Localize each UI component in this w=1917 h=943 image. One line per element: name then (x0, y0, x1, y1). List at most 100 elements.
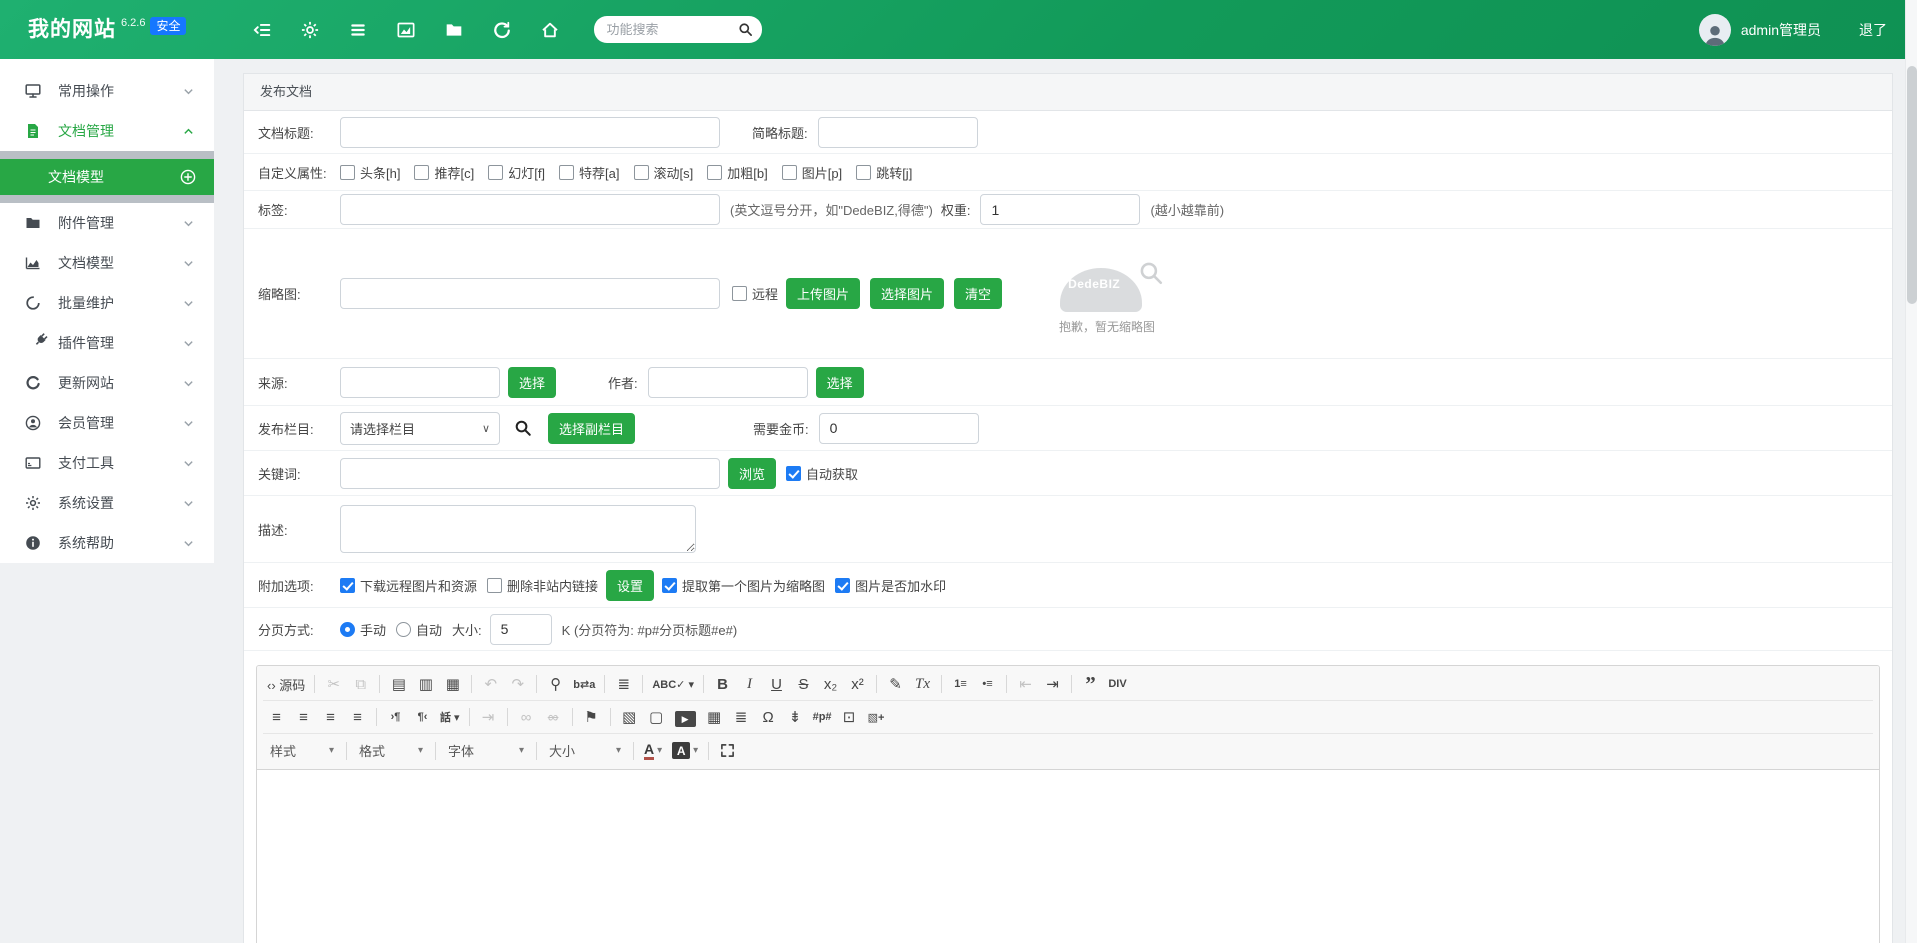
autofetch-checkbox[interactable]: 自动获取 (786, 464, 858, 483)
align-left-icon[interactable]: ≡ (263, 705, 290, 730)
settings-gear-icon[interactable] (300, 20, 320, 40)
attr-picture-checkbox[interactable]: 图片[p] (782, 163, 842, 182)
attr-scroll-checkbox[interactable]: 滚动[s] (634, 163, 694, 182)
download-remote-checkbox[interactable]: 下载远程图片和资源 (340, 576, 477, 595)
language-button[interactable]: 話 ▾ (436, 705, 464, 730)
sub-category-button[interactable]: 选择副栏目 (548, 413, 635, 444)
italic-icon[interactable]: I (736, 672, 763, 697)
redo-icon[interactable]: ↷ (504, 672, 531, 697)
div-container-icon[interactable]: DIV (1104, 672, 1131, 697)
sidebar-item-doc-model[interactable]: 文档模型 (0, 243, 214, 283)
page-break-icon[interactable]: ⇟ (782, 705, 809, 730)
text-color-button[interactable]: A▾ (639, 739, 667, 763)
dede-pagination-icon[interactable]: #p# (809, 705, 836, 730)
rtl-icon[interactable]: ¶‹ (409, 705, 436, 730)
undo-icon[interactable]: ↶ (477, 672, 504, 697)
indent-paragraph-icon[interactable]: ⇥ (475, 705, 502, 730)
keywords-input[interactable] (340, 458, 720, 489)
chart-icon[interactable] (396, 20, 416, 40)
avatar[interactable] (1699, 14, 1731, 46)
tags-input[interactable] (340, 194, 720, 225)
username-label[interactable]: admin管理员 (1741, 20, 1821, 40)
sidebar-item-members[interactable]: 会员管理 (0, 403, 214, 443)
settings-button[interactable]: 设置 (606, 570, 654, 601)
page-scrollbar[interactable] (1905, 0, 1917, 943)
subscript-icon[interactable]: x₂ (817, 672, 844, 697)
source-button[interactable]: ‹› 源码 (263, 672, 309, 697)
source-input[interactable] (340, 367, 500, 398)
image-add-icon[interactable]: ▧+ (863, 705, 890, 730)
logout-link[interactable]: 退了 (1859, 20, 1887, 40)
sidebar-item-update-site[interactable]: 更新网站 (0, 363, 214, 403)
image-watermark-checkbox[interactable]: 图片是否加水印 (835, 576, 946, 595)
document-title-input[interactable] (340, 117, 720, 148)
description-textarea[interactable] (340, 505, 696, 553)
paging-auto-radio[interactable]: 自动 (396, 620, 442, 639)
copy-format-icon[interactable]: ✎ (882, 672, 909, 697)
special-char-icon[interactable]: Ω (755, 705, 782, 730)
scrollbar-thumb[interactable] (1907, 66, 1917, 304)
author-select-button[interactable]: 选择 (816, 367, 864, 398)
attr-headline-checkbox[interactable]: 头条[h] (340, 163, 400, 182)
paste-icon[interactable]: ▤ (385, 672, 412, 697)
numbered-list-icon[interactable]: 1≡ (947, 672, 974, 697)
category-select[interactable]: 请选择栏目 ∨ (340, 412, 500, 445)
sidebar-item-common-ops[interactable]: 常用操作 (0, 71, 214, 111)
strikethrough-icon[interactable]: S (790, 672, 817, 697)
unlink-icon[interactable]: ∞ (540, 705, 567, 730)
bg-color-button[interactable]: A▾ (667, 739, 703, 763)
paste-text-icon[interactable]: ▥ (412, 672, 439, 697)
paging-size-input[interactable] (490, 614, 552, 645)
maximize-icon[interactable] (714, 738, 741, 763)
justify-icon[interactable]: ≡ (344, 705, 371, 730)
sidebar-item-batch-maintain[interactable]: 批量维护 (0, 283, 214, 323)
author-input[interactable] (648, 367, 808, 398)
brief-title-input[interactable] (818, 117, 978, 148)
format-select[interactable]: 格式▾ (352, 739, 430, 763)
style-select[interactable]: 样式▾ (263, 739, 341, 763)
upload-image-button[interactable]: 上传图片 (786, 278, 860, 309)
gold-input[interactable] (819, 413, 979, 444)
sidebar-item-system-settings[interactable]: 系统设置 (0, 483, 214, 523)
attr-jump-checkbox[interactable]: 跳转[j] (856, 163, 912, 182)
replace-icon[interactable]: b⇄a (569, 672, 599, 697)
font-size-select[interactable]: 大小▾ (542, 739, 628, 763)
search-input[interactable] (606, 22, 738, 37)
image-icon[interactable]: ▧ (616, 705, 643, 730)
underline-icon[interactable]: U (763, 672, 790, 697)
sidebar-item-doc-manage[interactable]: 文档管理 (0, 111, 214, 151)
plus-circle-icon[interactable] (180, 169, 196, 185)
anchor-icon[interactable]: ⚑ (578, 705, 605, 730)
attr-slide-checkbox[interactable]: 幻灯[f] (488, 163, 545, 182)
copy-icon[interactable]: ⧉ (347, 672, 374, 697)
outdent-icon[interactable]: ⇤ (1012, 672, 1039, 697)
paste-word-icon[interactable]: ▦ (439, 672, 466, 697)
ltr-icon[interactable]: ›¶ (382, 705, 409, 730)
first-image-thumb-checkbox[interactable]: 提取第一个图片为缩略图 (662, 576, 825, 595)
select-all-icon[interactable]: ≣ (610, 672, 637, 697)
sidebar-item-system-help[interactable]: 系统帮助 (0, 523, 214, 563)
attr-bold-checkbox[interactable]: 加粗[b] (707, 163, 767, 182)
remote-checkbox[interactable]: 远程 (732, 284, 778, 303)
placeholder-icon[interactable]: ▢ (643, 705, 670, 730)
font-select[interactable]: 字体▾ (441, 739, 531, 763)
link-icon[interactable]: ∞ (513, 705, 540, 730)
indent-icon[interactable]: ⇥ (1039, 672, 1066, 697)
spellcheck-button[interactable]: ABC✓ ▾ (648, 672, 698, 697)
superscript-icon[interactable]: x² (844, 672, 871, 697)
align-right-icon[interactable]: ≡ (317, 705, 344, 730)
sidebar-item-attachment[interactable]: 附件管理 (0, 203, 214, 243)
paging-manual-radio[interactable]: 手动 (340, 620, 386, 639)
table-icon[interactable]: ▦ (701, 705, 728, 730)
folder-icon[interactable] (444, 20, 464, 40)
blockquote-icon[interactable]: ” (1077, 672, 1104, 697)
remove-external-links-checkbox[interactable]: 删除非站内链接 (487, 576, 598, 595)
collapse-menu-icon[interactable] (252, 20, 272, 40)
search-icon[interactable] (738, 22, 753, 37)
browse-button[interactable]: 浏览 (728, 458, 776, 489)
home-icon[interactable] (540, 20, 560, 40)
cut-icon[interactable]: ✂ (320, 672, 347, 697)
remove-format-icon[interactable]: Tx (909, 672, 936, 697)
align-center-icon[interactable]: ≡ (290, 705, 317, 730)
sidebar-item-plugins[interactable]: 插件管理 (0, 323, 214, 363)
